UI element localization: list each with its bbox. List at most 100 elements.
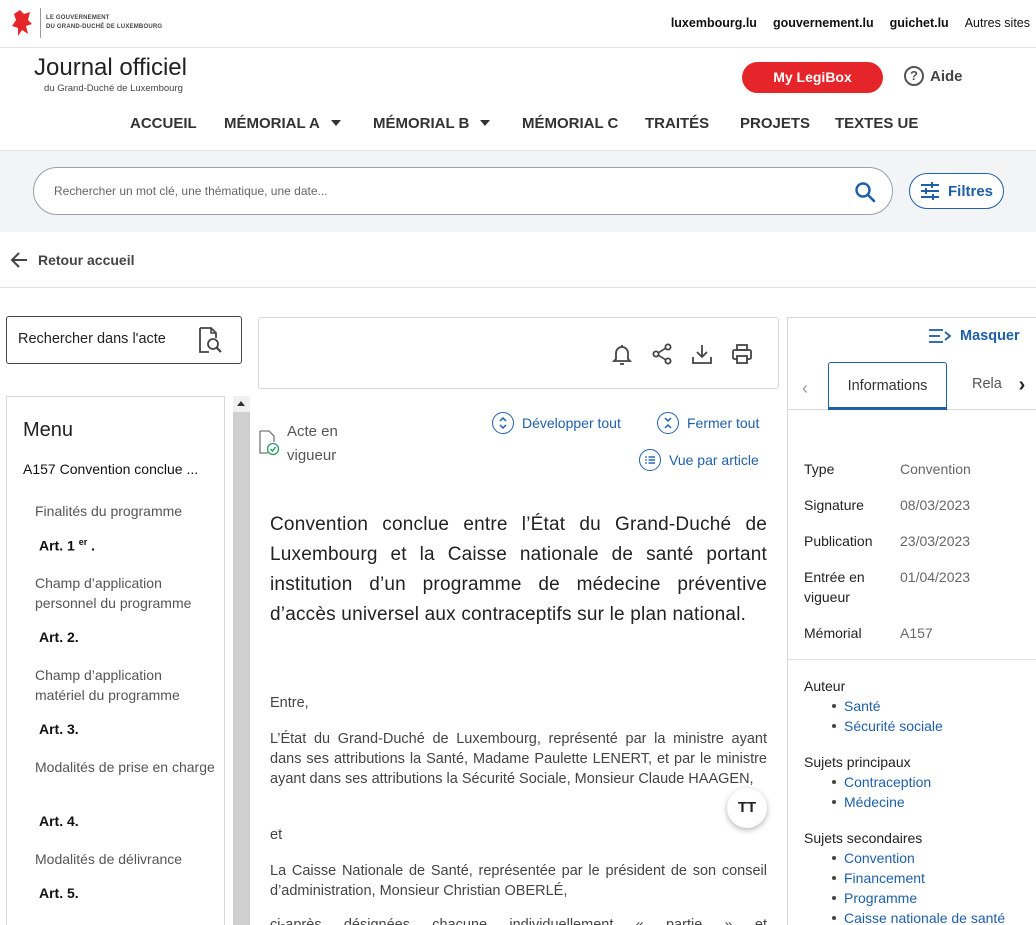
- text-size-button[interactable]: TT: [727, 788, 767, 828]
- nav-memorial-b[interactable]: MÉMORIAL B: [373, 115, 491, 132]
- nav-projets[interactable]: PROJETS: [740, 115, 810, 132]
- search-in-act-label: Rechercher dans l'acte: [18, 331, 166, 347]
- menu-item[interactable]: Champ d’application matériel du programm…: [35, 665, 215, 705]
- print-icon[interactable]: [731, 343, 753, 365]
- info-type-value: Convention: [900, 461, 971, 477]
- sujets-principaux-list: Contraception Médecine: [832, 772, 931, 812]
- menu-item[interactable]: Champ d’application personnel du program…: [35, 573, 215, 613]
- government-logo-text: LE GOUVERNEMENT DU GRAND-DUCHÉ DE LUXEMB…: [46, 15, 163, 30]
- arrow-left-icon: [10, 252, 27, 268]
- link-gouvernement-lu[interactable]: gouvernement.lu: [773, 16, 874, 30]
- government-logo[interactable]: LE GOUVERNEMENT DU GRAND-DUCHÉ DE LUXEMB…: [10, 8, 162, 38]
- document-search-icon: [199, 327, 222, 353]
- info-entree-label: Entrée en vigueur: [804, 569, 865, 605]
- nav-traites[interactable]: TRAITÉS: [645, 115, 709, 132]
- auteur-list: Santé Sécurité sociale: [832, 696, 943, 736]
- hide-panel-button[interactable]: Masquer: [928, 328, 1020, 344]
- menu-article[interactable]: Art. 3.: [39, 721, 79, 737]
- list-item[interactable]: Contraception: [832, 772, 931, 792]
- paragraph: La Caisse Nationale de Santé, représenté…: [270, 863, 767, 899]
- sliders-icon: [920, 182, 939, 200]
- nav-memorial-c[interactable]: MÉMORIAL C: [522, 115, 618, 132]
- list-item[interactable]: Caisse nationale de santé: [832, 908, 1005, 925]
- my-legibox-button[interactable]: My LegiBox: [742, 62, 883, 93]
- chevron-down-icon: [480, 119, 491, 126]
- menu-article[interactable]: Art. 4.: [39, 813, 79, 829]
- list-item[interactable]: Convention: [832, 848, 1005, 868]
- search-placeholder: Rechercher un mot clé, une thématique, u…: [54, 184, 328, 198]
- menu-article[interactable]: Art. 2.: [39, 629, 79, 645]
- auteur-label: Auteur: [804, 678, 846, 694]
- menu-item[interactable]: Finalités du programme: [35, 501, 215, 521]
- collapse-all-label: Fermer tout: [687, 415, 760, 431]
- paragraph: et: [270, 827, 283, 843]
- list-item[interactable]: Médecine: [832, 792, 931, 812]
- list-item[interactable]: Santé: [832, 696, 943, 716]
- nav-textes-ue[interactable]: TEXTES UE: [835, 115, 918, 132]
- list-item[interactable]: Sécurité sociale: [832, 716, 943, 736]
- list-item[interactable]: Financement: [832, 868, 1005, 888]
- info-publication-label: Publication: [804, 533, 873, 549]
- act-status: Acte en vigueur: [287, 423, 338, 464]
- government-links: luxembourg.lu gouvernement.lu guichet.lu…: [671, 16, 1030, 30]
- info-entree-value: 01/04/2023: [900, 569, 971, 585]
- tab-relations[interactable]: Rela: [972, 376, 1002, 392]
- government-bar: LE GOUVERNEMENT DU GRAND-DUCHÉ DE LUXEMB…: [0, 0, 1036, 48]
- help-link[interactable]: ? Aide: [904, 66, 963, 86]
- menu-doc-ref[interactable]: A157 Convention conclue ...: [23, 461, 198, 477]
- table-of-contents: Menu A157 Convention conclue ... Finalit…: [6, 396, 225, 925]
- sujets-secondaires-label: Sujets secondaires: [804, 830, 923, 846]
- download-icon[interactable]: [691, 343, 713, 365]
- filters-label: Filtres: [947, 182, 993, 200]
- search-in-act-button[interactable]: Rechercher dans l'acte: [6, 316, 242, 364]
- tab-informations[interactable]: Informations: [828, 362, 947, 410]
- view-by-article-button[interactable]: Vue par article: [639, 449, 759, 471]
- paragraph: L’État du Grand-Duché de Luxembourg, rep…: [270, 731, 767, 787]
- filters-button[interactable]: Filtres: [909, 173, 1004, 209]
- document-title: Convention conclue entre l’État du Grand…: [270, 514, 767, 625]
- back-link[interactable]: Retour accueil: [10, 252, 134, 268]
- document-toolbar: [258, 317, 779, 389]
- menu-item[interactable]: Modalités de prise en charge: [35, 757, 215, 777]
- hide-panel-label: Masquer: [960, 328, 1020, 344]
- menu-article[interactable]: Art. 1 er .: [39, 537, 95, 554]
- sujets-principaux-label: Sujets principaux: [804, 754, 911, 770]
- scrollbar[interactable]: [233, 396, 250, 925]
- document-check-icon: [259, 430, 280, 456]
- search-input[interactable]: Rechercher un mot clé, une thématique, u…: [33, 167, 893, 215]
- site-title[interactable]: Journal officiel: [34, 54, 187, 82]
- list-icon: [639, 449, 661, 471]
- info-memorial-label: Mémorial: [804, 625, 862, 641]
- chevron-right-icon[interactable]: ›: [1008, 370, 1036, 404]
- logo-divider: [40, 8, 41, 38]
- divider: [788, 659, 1036, 660]
- sujets-secondaires-list: Convention Financement Programme Caisse …: [832, 848, 1005, 925]
- info-signature-label: Signature: [804, 497, 864, 513]
- menu-title: Menu: [23, 419, 74, 441]
- paragraph: ci-après désignées chacune individuellem…: [270, 917, 767, 925]
- expand-all-button[interactable]: Développer tout: [492, 412, 621, 434]
- paragraph: Entre,: [270, 695, 309, 711]
- nav-memorial-a[interactable]: MÉMORIAL A: [224, 115, 341, 132]
- search-icon[interactable]: [854, 181, 876, 203]
- menu-article[interactable]: Art. 5.: [39, 885, 79, 901]
- share-icon[interactable]: [651, 343, 673, 365]
- help-label: Aide: [930, 67, 963, 85]
- divider: [0, 287, 1036, 288]
- nav-accueil[interactable]: ACCUEIL: [130, 115, 197, 132]
- link-guichet-lu[interactable]: guichet.lu: [890, 16, 949, 30]
- collapse-icon: [657, 412, 679, 434]
- list-item[interactable]: Programme: [832, 888, 1005, 908]
- chevron-left-icon[interactable]: ‹: [802, 378, 808, 399]
- question-icon: ?: [904, 66, 924, 86]
- link-luxembourg-lu[interactable]: luxembourg.lu: [671, 16, 757, 30]
- menu-item[interactable]: Modalités de délivrance: [35, 849, 215, 869]
- collapse-all-button[interactable]: Fermer tout: [657, 412, 759, 434]
- other-sites-link[interactable]: Autres sites: [965, 16, 1030, 30]
- expand-all-label: Développer tout: [522, 415, 621, 431]
- info-type-label: Type: [804, 461, 835, 477]
- chevron-down-icon: [330, 119, 341, 126]
- scroll-up-arrow-icon[interactable]: [233, 396, 250, 412]
- bell-icon[interactable]: [611, 343, 633, 365]
- info-signature-value: 08/03/2023: [900, 497, 971, 513]
